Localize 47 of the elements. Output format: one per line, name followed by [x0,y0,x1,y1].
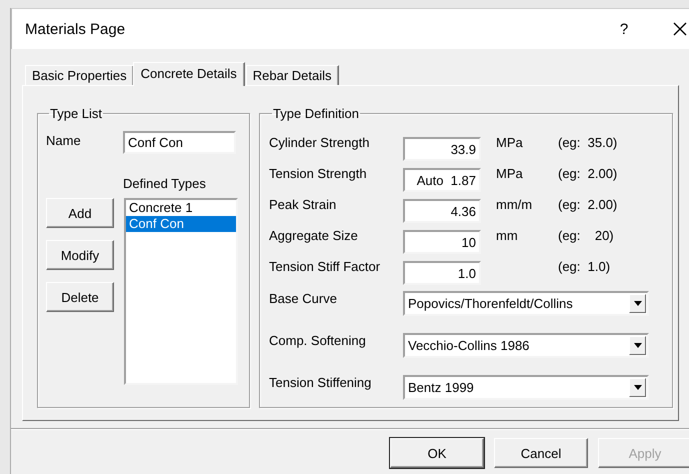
help-button[interactable]: ? [615,20,633,38]
example-label: (eg: 2.00) [558,165,618,181]
field-label: Tension Stiff Factor [269,258,382,274]
tab[interactable]: Rebar Details [246,65,339,85]
dropdown[interactable]: Bentz 1999 [403,375,649,400]
unit-label: mm/m [496,196,534,212]
types-list[interactable]: Concrete 1 Conf Con [124,198,238,385]
field-label: Base Curve [269,290,338,306]
example-label: (eg: 35.0) [558,134,618,150]
value-field[interactable]: 4.36 [403,198,481,222]
unit-label: MPa [496,134,524,150]
group-title: Type Definition [272,106,360,121]
value-field[interactable]: 10 [403,230,481,254]
dropdown[interactable]: Vecchio-Collins 1986 [403,333,649,358]
field-label: Aggregate Size [269,227,359,243]
window-title: Materials Page [25,20,126,38]
dialog-button[interactable]: Cancel [494,438,588,468]
list-label: Defined Types [123,176,207,191]
tab[interactable]: Concrete Details [132,62,245,86]
list-item[interactable]: Concrete 1 [126,200,236,216]
close-icon[interactable] [673,22,687,36]
list-item[interactable]: Conf Con [126,216,236,232]
dialog-button[interactable]: OK [390,438,484,468]
example-label: (eg: 1.0) [558,258,610,274]
field-label: Cylinder Strength [269,134,370,150]
unit-label: mm [496,227,519,243]
name-field[interactable]: Conf Con [123,131,236,154]
value-field[interactable]: Auto 1.87 [403,168,481,192]
caret-icon [634,385,642,390]
value-field[interactable]: 1.0 [403,260,481,284]
caret-icon [634,301,642,306]
caret-icon [634,343,642,348]
unit-label: MPa [496,165,524,181]
field-label: Tension Strength [269,165,368,181]
value-field[interactable]: 33.9 [403,136,481,160]
example-label: (eg: 2.00) [558,196,618,212]
dropdown[interactable]: Popovics/Thorenfeldt/Collins [403,291,649,316]
field-label: Peak Strain [269,196,338,212]
list-button[interactable]: Modify [46,240,114,270]
list-button[interactable]: Delete [46,282,114,312]
name-label: Name [46,132,82,148]
tab[interactable]: Basic Properties [25,65,134,85]
list-button[interactable]: Add [46,198,114,228]
group-title: Type List [49,106,104,121]
field-label: Tension Stiffening [269,374,372,390]
field-label: Comp. Softening [269,332,367,348]
example-label: (eg: 20) [558,227,614,243]
